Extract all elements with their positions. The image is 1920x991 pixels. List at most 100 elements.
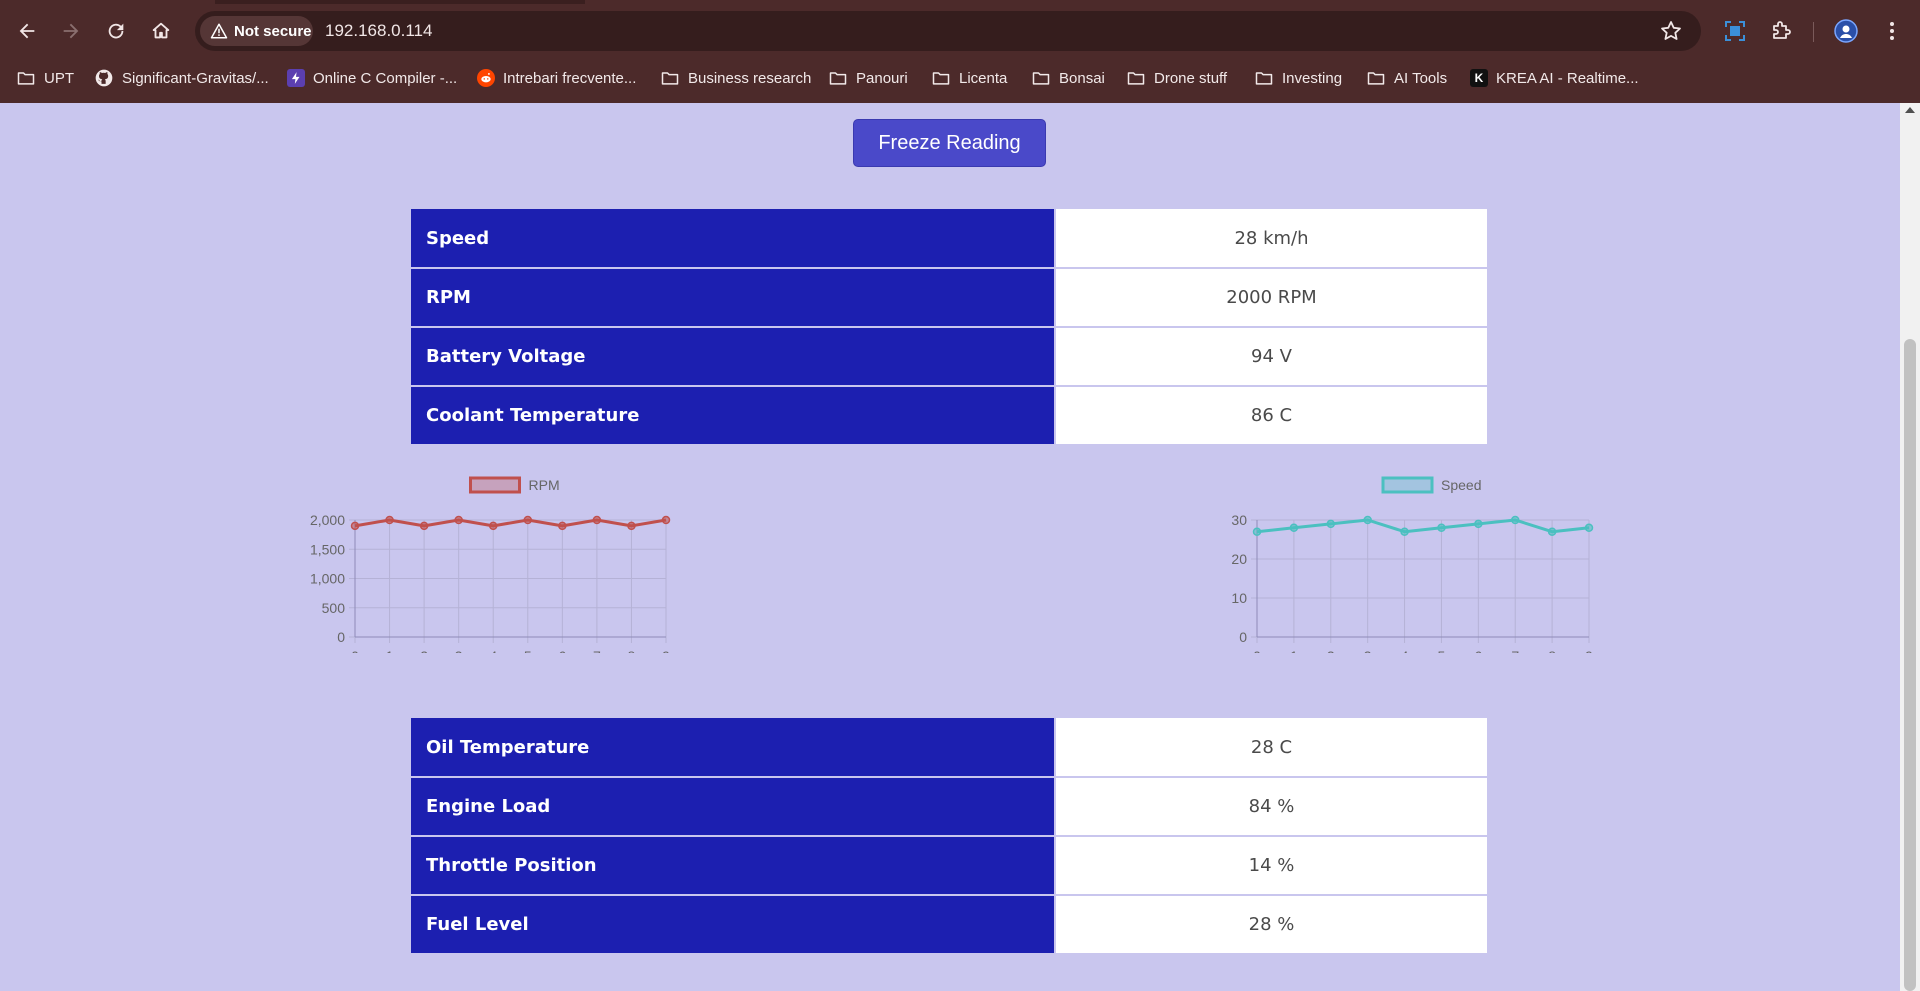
star-icon[interactable]	[1659, 19, 1683, 43]
metric-label: Speed	[411, 209, 1056, 269]
metrics-table-bottom: Oil Temperature 28 C Engine Load 84 % Th…	[411, 718, 1487, 955]
metric-value: 94 V	[1055, 327, 1487, 387]
browser-chrome: Not secure 192.168.0.114 UPT Significant…	[0, 0, 1920, 103]
scroll-up-arrow-icon[interactable]	[1905, 107, 1915, 113]
bookmark-intrebari-frecvente[interactable]: Intrebari frecvente...	[477, 63, 636, 93]
address-bar[interactable]: Not secure 192.168.0.114	[195, 11, 1701, 51]
warning-icon	[210, 23, 228, 39]
bookmark-bonsai[interactable]: Bonsai	[1031, 63, 1105, 93]
metric-label: Throttle Position	[411, 836, 1056, 896]
folder-icon	[1255, 72, 1273, 85]
x-tick-label: 0	[1253, 648, 1261, 653]
rpm-chart-svg: RPM 0 500 1,000 1,500 2,000 0 1 2 3 4 5 6 7 8 9	[310, 476, 671, 664]
bookmark-label: Licenta	[959, 69, 1008, 87]
y-tick-label: 1,000	[310, 571, 345, 587]
bookmark-label: Investing	[1282, 69, 1343, 87]
metrics-table-top: Speed 28 km/h RPM 2000 RPM Battery Volta…	[411, 209, 1487, 446]
x-tick-label: 4	[489, 648, 497, 653]
bookmark-business-research[interactable]: Business research	[660, 63, 811, 93]
reddit-icon	[477, 69, 495, 87]
page-content: Freeze Reading Speed 28 km/h RPM 2000 RP…	[0, 103, 1900, 991]
data-point	[454, 515, 463, 525]
data-point	[419, 521, 429, 531]
bookmark-licenta[interactable]: Licenta	[931, 63, 1007, 93]
profile-button[interactable]	[1831, 16, 1861, 46]
toolbar: Not secure 192.168.0.114	[0, 8, 1920, 54]
bookmark-label: AI Tools	[1394, 69, 1448, 87]
tab-edge	[0, 0, 215, 4]
bookmark-label: Significant-Gravitas/...	[122, 69, 269, 87]
metric-label: RPM	[411, 268, 1056, 328]
security-chip[interactable]: Not secure	[200, 16, 313, 46]
reload-button[interactable]	[97, 12, 135, 50]
bolt-icon	[287, 69, 305, 87]
folder-icon	[661, 72, 679, 85]
bookmark-upt[interactable]: UPT	[16, 63, 74, 93]
freeze-reading-button[interactable]: Freeze Reading	[853, 119, 1046, 167]
x-tick-label: 9	[1585, 648, 1593, 653]
x-tick-label: 2	[1327, 648, 1335, 653]
tab-strip	[0, 0, 1920, 4]
x-tick-label: 6	[558, 648, 566, 653]
extensions-button[interactable]	[1766, 16, 1796, 46]
metric-value: 14 %	[1055, 836, 1487, 896]
data-point	[523, 515, 533, 525]
profile-icon	[1834, 19, 1858, 43]
bookmark-drone-stuff[interactable]: Drone stuff	[1126, 63, 1227, 93]
metric-label: Oil Temperature	[411, 718, 1056, 778]
x-tick-label: 9	[662, 648, 670, 653]
y-tick-label: 2,000	[310, 512, 345, 528]
metric-label: Coolant Temperature	[411, 386, 1056, 446]
bookmark-label: Intrebari frecvente...	[503, 69, 637, 87]
metric-value: 84 %	[1055, 777, 1487, 837]
home-icon	[152, 22, 170, 39]
metric-value: 86 C	[1055, 386, 1487, 446]
tab-edge	[585, 0, 1920, 4]
bookmarks-bar: UPT Significant-Gravitas/... Online C Co…	[0, 63, 1920, 93]
scroll-thumb[interactable]	[1904, 339, 1916, 991]
page-scrollbar[interactable]	[1900, 103, 1920, 991]
bookmark-label: Panouri	[856, 69, 908, 87]
folder-icon	[1032, 72, 1050, 85]
data-point	[1510, 515, 1520, 525]
folder-icon	[829, 72, 847, 85]
x-tick-label: 5	[1438, 648, 1446, 653]
y-tick-label: 0	[1239, 629, 1247, 645]
x-tick-label: 0	[351, 648, 359, 653]
back-button[interactable]	[8, 12, 46, 50]
table-row: Engine Load 84 %	[411, 777, 1487, 837]
table-row: Speed 28 km/h	[411, 209, 1487, 269]
table-row: Fuel Level 28 %	[411, 895, 1487, 955]
x-tick-label: 8	[1548, 648, 1556, 653]
data-point	[1584, 523, 1594, 533]
data-point	[1400, 527, 1409, 536]
forward-icon	[63, 23, 79, 39]
x-tick-label: 7	[1511, 648, 1519, 653]
bookmark-panouri[interactable]: Panouri	[828, 63, 908, 93]
bookmark-label: Bonsai	[1059, 69, 1105, 87]
bookmark-significant-gravitas[interactable]: Significant-Gravitas/...	[94, 63, 269, 93]
bookmark-label: Drone stuff	[1154, 69, 1228, 87]
menu-button[interactable]	[1877, 16, 1907, 46]
data-point	[1547, 527, 1557, 536]
metric-label: Battery Voltage	[411, 327, 1056, 387]
speed-chart-svg: Speed 0 10 20 30 0 1 2 3 4 5 6 7 8 9	[1231, 476, 1594, 664]
bookmark-ai-tools[interactable]: AI Tools	[1366, 63, 1447, 93]
forward-button[interactable]	[52, 12, 90, 50]
metric-value: 28 %	[1055, 895, 1487, 955]
x-tick-label: 8	[628, 648, 636, 653]
x-tick-label: 1	[1290, 648, 1298, 653]
metric-value: 28 km/h	[1055, 209, 1487, 269]
home-button[interactable]	[142, 12, 180, 50]
y-tick-label: 30	[1231, 512, 1247, 528]
data-point	[1363, 515, 1372, 525]
y-tick-label: 10	[1231, 590, 1247, 606]
legend-label: Speed	[1441, 477, 1481, 493]
bookmark-online-c-compiler[interactable]: Online C Compiler -...	[287, 63, 457, 93]
bookmark-investing[interactable]: Investing	[1254, 63, 1342, 93]
bookmark-krea-ai[interactable]: K KREA AI - Realtime...	[1470, 63, 1639, 93]
table-row: RPM 2000 RPM	[411, 268, 1487, 328]
series-line	[354, 518, 667, 528]
screenshot-button[interactable]	[1720, 16, 1750, 46]
url-text[interactable]: 192.168.0.114	[325, 21, 432, 41]
